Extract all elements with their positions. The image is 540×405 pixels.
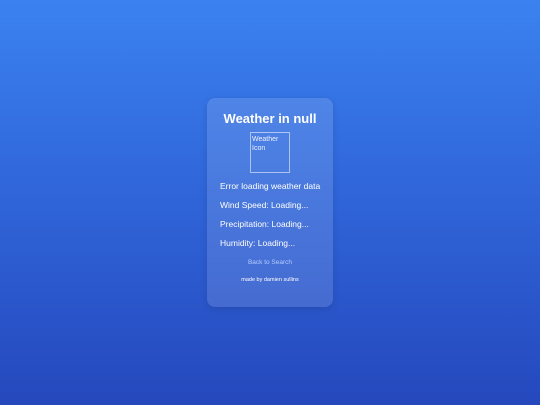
precipitation: Precipitation: Loading... xyxy=(220,219,309,229)
weather-icon-alt-text: Weather Icon xyxy=(252,136,279,152)
page-title: Weather in null xyxy=(223,111,317,126)
wind-speed: Wind Speed: Loading... xyxy=(220,200,309,210)
weather-card: Weather in null Weather Icon Error loadi… xyxy=(207,98,333,307)
weather-icon: Weather Icon xyxy=(250,132,290,173)
error-message: Error loading weather data xyxy=(220,181,321,191)
humidity: Humidity: Loading... xyxy=(220,238,296,248)
credit-text: made by damien sullins xyxy=(241,277,299,283)
back-to-search-link[interactable]: Back to Search xyxy=(220,259,320,267)
